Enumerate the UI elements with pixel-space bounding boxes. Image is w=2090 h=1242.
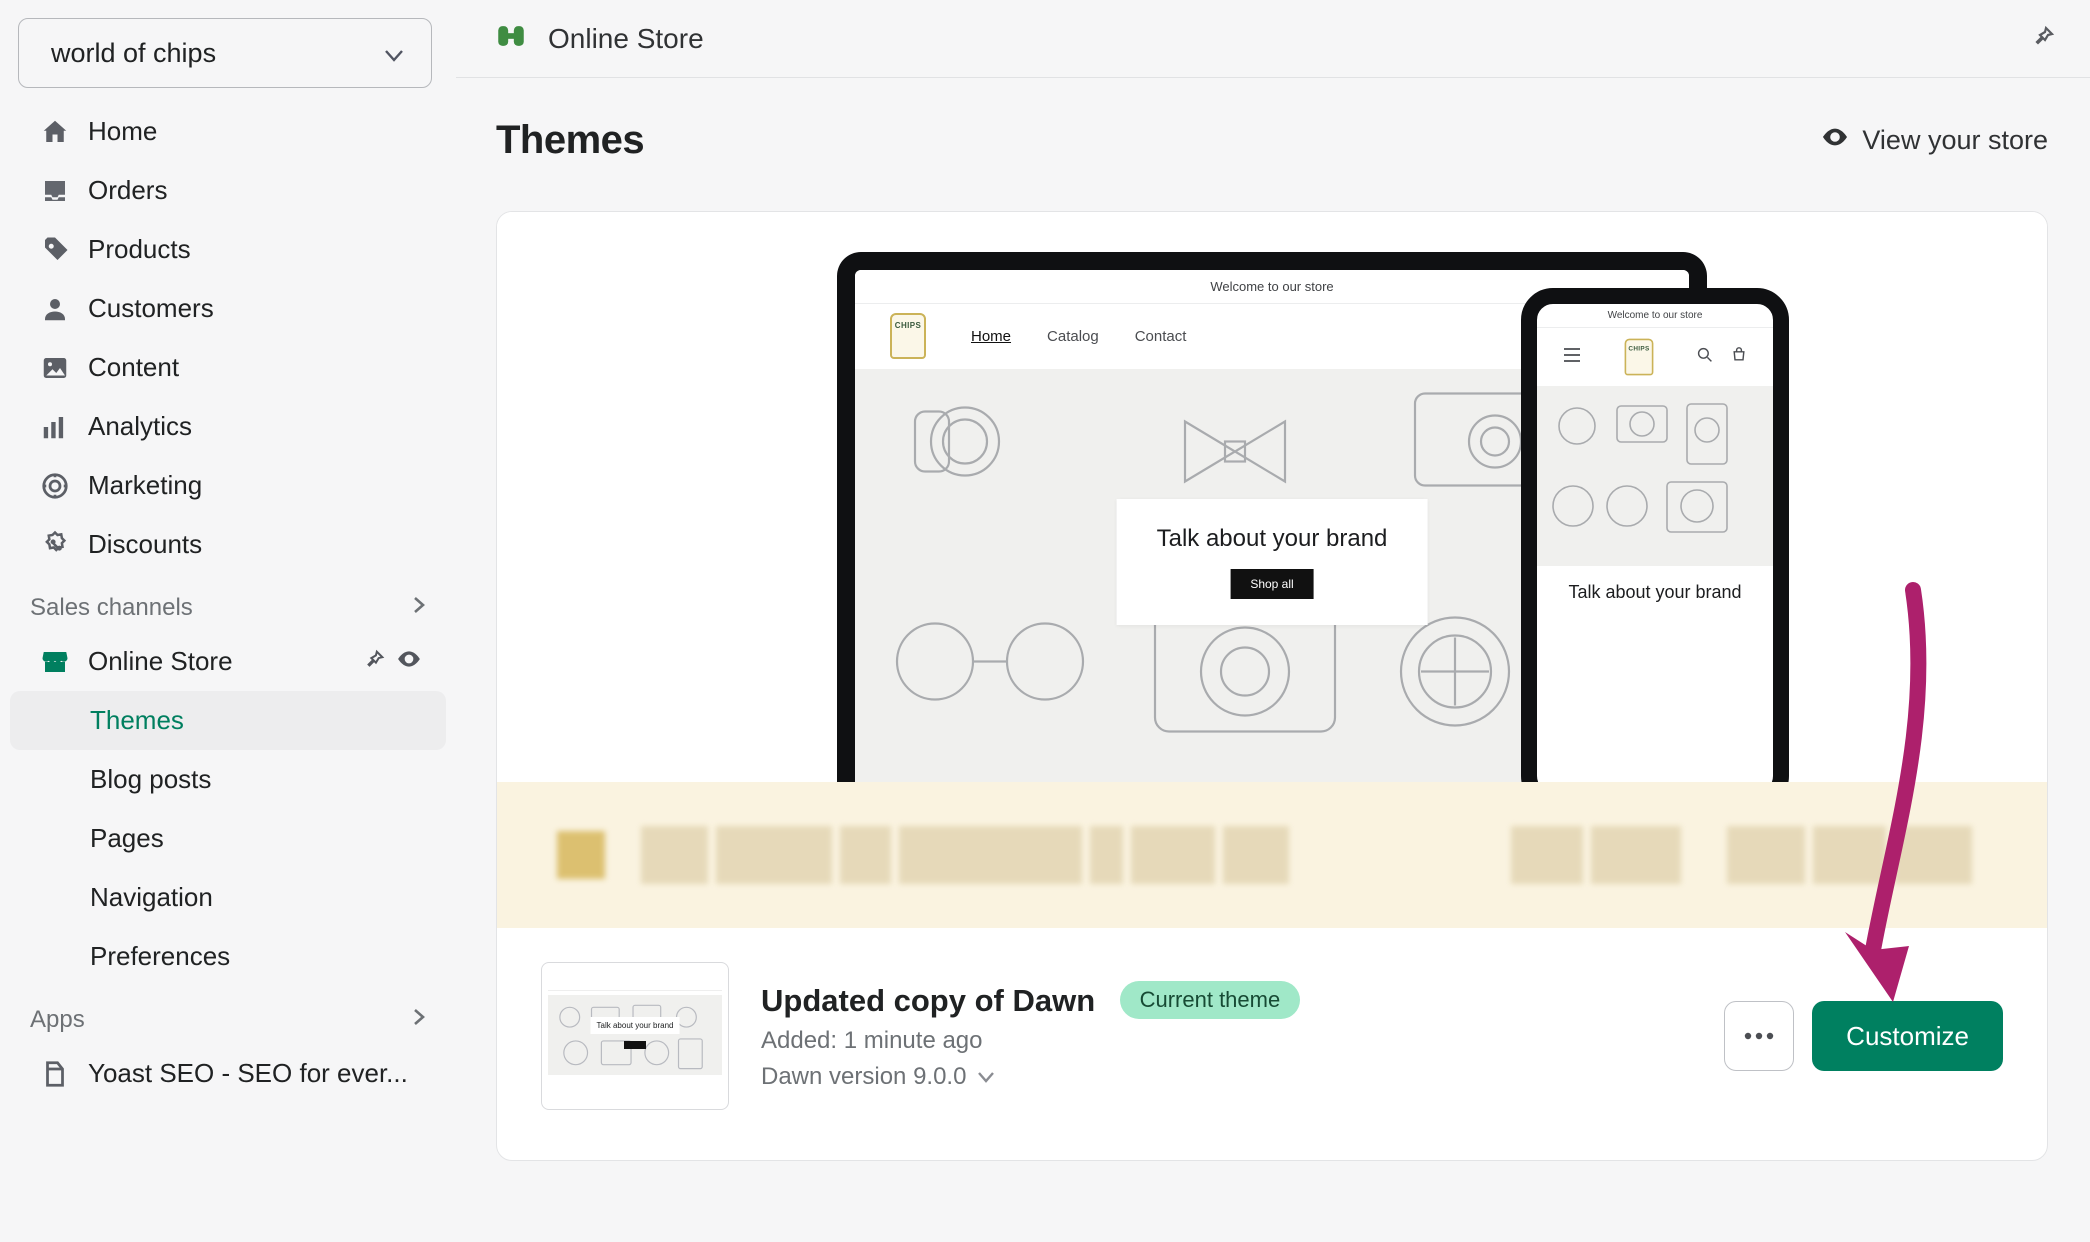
- cart-icon: [1731, 347, 1747, 367]
- current-theme-card: Welcome to our store Home Catalog Contac…: [496, 211, 2048, 1161]
- sidebar-item-online-store[interactable]: Online Store: [10, 632, 446, 691]
- hero-text: Talk about your brand: [1157, 525, 1388, 553]
- sales-channels-header[interactable]: Sales channels: [0, 574, 456, 632]
- sidebar-item-products[interactable]: Products: [10, 220, 446, 279]
- tag-icon: [40, 235, 70, 265]
- sidebar-sub-preferences[interactable]: Preferences: [10, 927, 446, 986]
- mobile-hero-text: Talk about your brand: [1541, 582, 1769, 603]
- main: Online Store Themes View your store: [456, 0, 2090, 1242]
- sidebar-sub-navigation[interactable]: Navigation: [10, 868, 446, 927]
- sidebar: world of chips Home Orders Products Cust…: [0, 0, 456, 1242]
- sidebar-item-label: Customers: [88, 293, 214, 324]
- target-icon: [40, 471, 70, 501]
- storefront-nav-contact: Contact: [1135, 328, 1187, 345]
- sidebar-item-orders[interactable]: Orders: [10, 161, 446, 220]
- home-icon: [40, 117, 70, 147]
- theme-added: Added: 1 minute ago: [761, 1027, 1692, 1055]
- sidebar-item-yoast[interactable]: Yoast SEO - SEO for ever...: [10, 1044, 446, 1103]
- pin-icon[interactable]: [364, 646, 386, 677]
- hero-doodles: [1537, 386, 1773, 566]
- image-icon: [40, 353, 70, 383]
- sidebar-sub-blog-posts[interactable]: Blog posts: [10, 750, 446, 809]
- sub-item-label: Themes: [90, 705, 184, 736]
- sidebar-sub-themes[interactable]: Themes: [10, 691, 446, 750]
- sidebar-item-analytics[interactable]: Analytics: [10, 397, 446, 456]
- view-store-label: View your store: [1862, 125, 2048, 156]
- theme-preview: Welcome to our store Home Catalog Contac…: [497, 212, 2047, 782]
- storefront-nav-catalog: Catalog: [1047, 328, 1099, 345]
- page-title: Themes: [496, 118, 644, 163]
- sidebar-item-label: Products: [88, 234, 191, 265]
- hero-cta: Shop all: [1230, 569, 1313, 599]
- chevron-down-icon: [385, 38, 403, 69]
- person-icon: [40, 294, 70, 324]
- app-icon: [40, 1059, 70, 1089]
- hamburger-icon: [1563, 347, 1581, 367]
- view-store-link[interactable]: View your store: [1820, 125, 2048, 156]
- pin-icon[interactable]: [2032, 24, 2056, 53]
- sidebar-item-label: Content: [88, 352, 179, 383]
- theme-version: Dawn version 9.0.0: [761, 1063, 966, 1091]
- current-theme-badge: Current theme: [1120, 981, 1301, 1019]
- store-logo: [1621, 336, 1656, 378]
- more-actions-button[interactable]: [1724, 1001, 1794, 1071]
- sidebar-item-marketing[interactable]: Marketing: [10, 456, 446, 515]
- eye-icon: [1820, 125, 1850, 156]
- apps-header[interactable]: Apps: [0, 986, 456, 1044]
- inbox-icon: [40, 176, 70, 206]
- store-selector[interactable]: world of chips: [18, 18, 432, 88]
- section-label-text: Sales channels: [30, 594, 193, 622]
- storefront-icon: [40, 647, 70, 677]
- discount-icon: [40, 530, 70, 560]
- announce-bar: Welcome to our store: [1537, 304, 1773, 328]
- customize-label: Customize: [1846, 1021, 1969, 1051]
- sub-item-label: Preferences: [90, 941, 230, 972]
- theme-thumbnail: Talk about your brand: [541, 962, 729, 1110]
- hero-card: Talk about your brand Shop all: [1117, 499, 1428, 625]
- theme-row: Talk about your brand Updated copy of Da…: [497, 928, 2047, 1160]
- storefront-nav-home: Home: [971, 328, 1011, 345]
- thumb-text: Talk about your brand: [591, 1017, 680, 1034]
- sidebar-item-label: Marketing: [88, 470, 202, 501]
- sidebar-sub-pages[interactable]: Pages: [10, 809, 446, 868]
- sidebar-item-home[interactable]: Home: [10, 102, 446, 161]
- topbar: Online Store: [456, 0, 2090, 78]
- sidebar-item-content[interactable]: Content: [10, 338, 446, 397]
- sidebar-item-label: Analytics: [88, 411, 192, 442]
- sub-item-label: Pages: [90, 823, 164, 854]
- chevron-right-icon: [412, 594, 426, 622]
- sub-item-label: Navigation: [90, 882, 213, 913]
- bars-icon: [40, 412, 70, 442]
- section-label-text: Apps: [30, 1006, 85, 1034]
- sidebar-item-label: Discounts: [88, 529, 202, 560]
- sub-item-label: Blog posts: [90, 764, 211, 795]
- sidebar-item-label: Orders: [88, 175, 167, 206]
- store-name: world of chips: [51, 38, 216, 69]
- store-logo: [881, 310, 935, 362]
- sidebar-item-discounts[interactable]: Discounts: [10, 515, 446, 574]
- customize-button[interactable]: Customize: [1812, 1001, 2003, 1071]
- sidebar-item-label: Yoast SEO - SEO for ever...: [88, 1058, 408, 1089]
- sidebar-item-label: Home: [88, 116, 157, 147]
- mobile-preview: Welcome to our store: [1521, 288, 1789, 782]
- eye-icon[interactable]: [396, 646, 422, 677]
- sidebar-item-label: Online Store: [88, 646, 233, 677]
- caret-down-icon[interactable]: [978, 1063, 994, 1091]
- channel-icon: [494, 19, 528, 58]
- theme-name: Updated copy of Dawn: [761, 983, 1095, 1018]
- info-banner-blurred: [497, 782, 2047, 928]
- breadcrumb: Online Store: [548, 23, 704, 55]
- search-icon: [1697, 347, 1713, 367]
- sidebar-item-customers[interactable]: Customers: [10, 279, 446, 338]
- chevron-right-icon: [412, 1006, 426, 1034]
